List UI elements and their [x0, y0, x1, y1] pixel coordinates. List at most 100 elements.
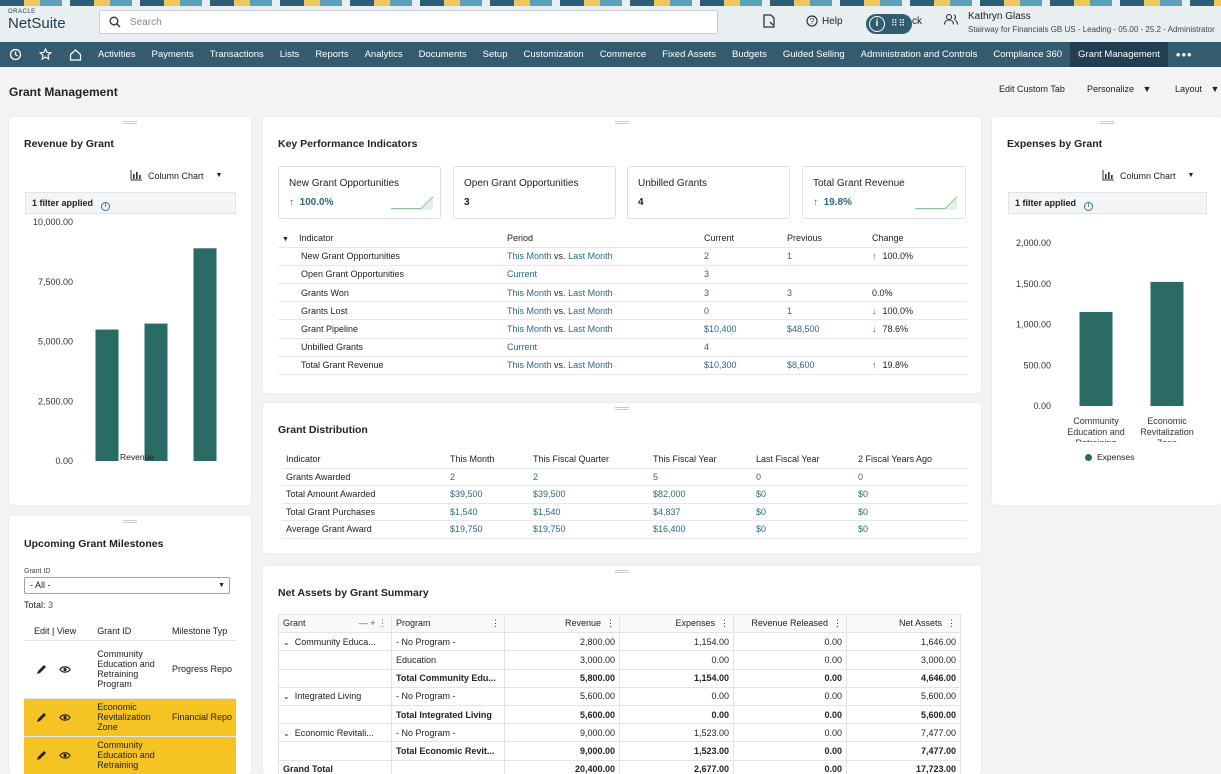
value-cell[interactable]: $16,400 — [649, 520, 752, 539]
table-row[interactable]: ⌄ Economic Revitali... - No Program -9,000… — [278, 723, 961, 743]
chart-type-select[interactable]: Column Chart ▼ — [1102, 170, 1194, 181]
period-link[interactable]: Last Month — [568, 288, 613, 298]
more-vertical-icon[interactable]: ⋮ — [720, 618, 729, 628]
period-cell[interactable]: Current — [503, 265, 700, 285]
period-link[interactable]: This Month — [507, 251, 552, 261]
table-row[interactable]: Total Economic Revit... 9,000.00 1,523.00 0… — [278, 741, 961, 761]
table-row[interactable]: Grants Won This Month vs. Last Month 3 3 0.0… — [278, 283, 967, 303]
grant-id-select[interactable]: - All - ▼ — [24, 577, 230, 594]
feedback-button[interactable]: i ⠿⠿ — [866, 14, 912, 34]
nav-compliance[interactable]: Compliance 360 — [985, 42, 1070, 67]
nav-reports[interactable]: Reports — [307, 42, 356, 67]
table-row[interactable]: Grand Total 20,400.00 2,677.00 0.00 17,723.0… — [278, 759, 961, 774]
period-link[interactable]: This Month — [507, 288, 552, 298]
table-row[interactable]: New Grant Opportunities This Month vs. La… — [278, 247, 967, 266]
value-cell[interactable]: $0 — [752, 485, 854, 504]
bar[interactable] — [1150, 281, 1184, 406]
table-row[interactable]: Unbilled Grants Current 4 — [278, 338, 967, 357]
collapse-expand-icons[interactable]: — + ⋮ — [359, 618, 387, 629]
value-cell[interactable]: $39,500 — [446, 485, 529, 504]
kpi-card-unbilled-grants[interactable]: Unbilled Grants 4 — [627, 166, 790, 219]
column-header-revenue[interactable]: Revenue ⋮ — [504, 613, 620, 634]
search-input[interactable] — [130, 14, 690, 30]
column-header-expenses[interactable]: Expenses ⋮ — [619, 613, 734, 634]
table-row[interactable]: Community Education and Retraining — [24, 736, 236, 774]
value-cell[interactable]: 0 — [752, 468, 854, 486]
kpi-card-new-opportunities[interactable]: New Grant Opportunities ↑ 100.0% — [278, 166, 441, 219]
nav-more-icon[interactable]: ••• — [1168, 42, 1201, 67]
period-link[interactable]: This Month — [507, 324, 552, 334]
drag-handle[interactable] — [1099, 121, 1114, 124]
table-row[interactable]: Education 3,000.00 0.00 0.00 3,000.00 — [278, 650, 961, 670]
chevron-down-icon[interactable]: ⌄ — [283, 692, 290, 701]
nav-guided-selling[interactable]: Guided Selling — [775, 42, 853, 67]
nav-transactions[interactable]: Transactions — [202, 42, 272, 67]
view-eye-icon[interactable] — [59, 665, 71, 674]
current-cell[interactable]: 3 — [700, 283, 783, 303]
drag-handle[interactable] — [615, 570, 629, 573]
column-header-revenue-released[interactable]: Revenue Released ⋮ — [733, 613, 847, 634]
filter-badge[interactable]: 1 filter applied i — [1008, 192, 1207, 214]
value-cell[interactable]: $19,750 — [446, 520, 529, 539]
table-row[interactable]: ⌄ Community Educa... - No Program -2,800.0… — [278, 632, 961, 652]
period-link[interactable]: Last Month — [568, 324, 613, 334]
value-cell[interactable]: $0 — [854, 520, 967, 539]
value-cell[interactable]: 0 — [854, 468, 967, 486]
period-link[interactable]: Last Month — [568, 306, 613, 316]
value-cell[interactable]: 2 — [446, 468, 529, 486]
drag-handle[interactable] — [123, 121, 137, 124]
column-header-net-assets[interactable]: Net Assets ⋮ — [846, 613, 961, 634]
value-cell[interactable]: $0 — [854, 485, 967, 504]
edit-pencil-icon[interactable] — [36, 712, 47, 723]
view-eye-icon[interactable] — [59, 713, 71, 722]
table-row[interactable]: Community Education and Retraining Progr… — [24, 640, 236, 698]
recent-icon[interactable] — [0, 42, 30, 67]
kpi-card-total-revenue[interactable]: Total Grant Revenue ↑ 19.8% — [802, 166, 966, 219]
nav-administration[interactable]: Administration and Controls — [853, 42, 986, 67]
chevron-down-icon[interactable]: ⌄ — [283, 638, 290, 647]
view-eye-icon[interactable] — [59, 751, 71, 760]
current-cell[interactable]: 3 — [700, 265, 783, 285]
period-link[interactable]: Last Month — [568, 251, 613, 261]
drag-handle[interactable] — [615, 407, 629, 410]
table-row[interactable]: Total Integrated Living 5,600.00 0.00 0.00 5… — [278, 704, 961, 725]
edit-custom-tab-link[interactable]: Edit Custom Tab — [999, 84, 1065, 94]
chevron-down-icon[interactable]: ⌄ — [283, 729, 290, 738]
value-cell[interactable]: $0 — [752, 520, 854, 539]
period-cell[interactable]: This Month vs. Last Month — [503, 356, 700, 376]
previous-cell[interactable]: 3 — [783, 283, 868, 303]
more-vertical-icon[interactable]: ⋮ — [606, 618, 615, 628]
table-row[interactable]: Total Community Edu... 5,800.00 1,154.00 0.… — [278, 668, 961, 688]
edit-pencil-icon[interactable] — [36, 750, 47, 761]
global-search[interactable] — [99, 10, 718, 34]
chart-type-select[interactable]: Column Chart ▼ — [130, 170, 222, 181]
bar[interactable] — [144, 323, 168, 461]
table-row[interactable]: Grant Pipeline This Month vs. Last Month $… — [278, 319, 967, 339]
grant-id-cell[interactable]: Economic Revitalization Zone — [93, 698, 168, 736]
value-cell[interactable]: $4,837 — [649, 503, 752, 521]
netsuite-logo[interactable]: ORACLE NetSuite — [8, 9, 66, 32]
layout-button[interactable]: Layout ▼ — [1175, 84, 1219, 94]
drag-handle[interactable] — [123, 520, 137, 523]
filter-badge[interactable]: 1 filter applied i — [25, 192, 236, 214]
period-link[interactable]: This Month — [507, 360, 552, 370]
home-icon[interactable] — [60, 42, 90, 67]
value-cell[interactable]: $0 — [752, 503, 854, 521]
previous-cell[interactable]: $48,500 — [783, 319, 868, 339]
more-vertical-icon[interactable]: ⋮ — [947, 618, 956, 628]
value-cell[interactable]: $19,750 — [529, 520, 649, 539]
nav-payments[interactable]: Payments — [143, 42, 201, 67]
nav-customization[interactable]: Customization — [515, 42, 591, 67]
period-cell[interactable]: Current — [503, 338, 700, 357]
current-cell[interactable]: $10,400 — [700, 319, 783, 339]
bar[interactable] — [1079, 311, 1113, 406]
value-cell[interactable]: $0 — [854, 503, 967, 521]
drag-handle[interactable] — [615, 121, 629, 124]
value-cell[interactable]: $1,540 — [446, 503, 529, 521]
previous-cell[interactable] — [783, 338, 868, 357]
nav-commerce[interactable]: Commerce — [592, 42, 654, 67]
recent-records-icon[interactable] — [763, 14, 775, 28]
more-vertical-icon[interactable]: ⋮ — [491, 618, 500, 629]
help-button[interactable]: ? Help — [806, 15, 843, 27]
nav-analytics[interactable]: Analytics — [357, 42, 411, 67]
